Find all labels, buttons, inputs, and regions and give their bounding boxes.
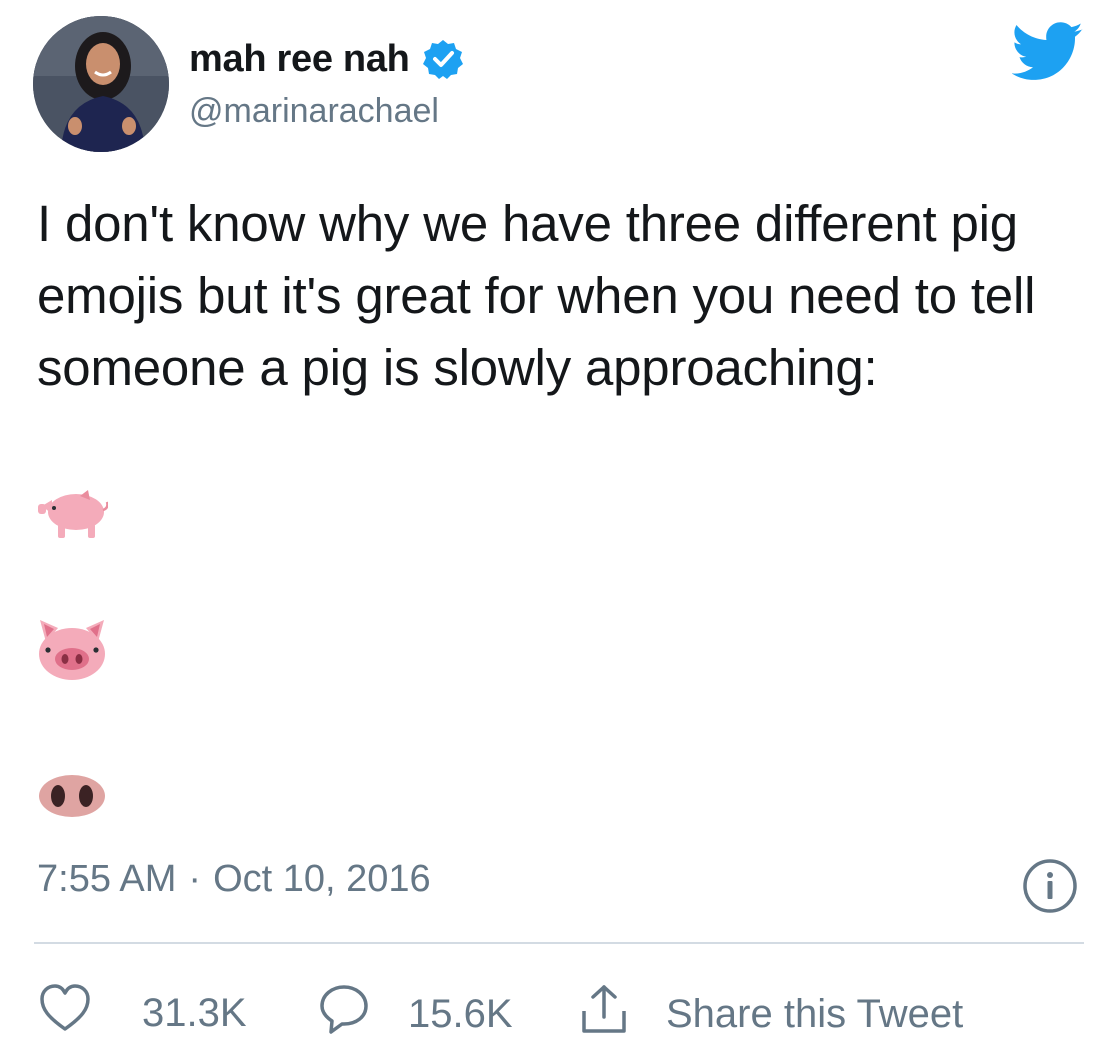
pig-emoji: [36, 488, 109, 542]
verified-badge-icon: [422, 38, 464, 80]
tweet-card: mah ree nah @marinarachael I don't know …: [0, 0, 1116, 1050]
display-name[interactable]: mah ree nah: [189, 38, 410, 81]
tweet-actions: 31.3K 15.6K Share this Tweet: [0, 975, 1116, 1039]
like-count: 31.3K: [142, 990, 247, 1035]
heart-icon: [38, 983, 92, 1043]
reply-button[interactable]: 15.6K: [318, 983, 513, 1045]
reply-count: 15.6K: [408, 991, 513, 1036]
pig-nose-emoji: [36, 773, 108, 819]
divider: [34, 942, 1084, 944]
avatar[interactable]: [33, 16, 169, 152]
tweet-time[interactable]: 7:55 AM: [37, 858, 176, 901]
author-handle[interactable]: @marinarachael: [189, 92, 439, 131]
twitter-bird-icon[interactable]: [1011, 22, 1084, 82]
like-button[interactable]: 31.3K: [38, 983, 247, 1043]
tweet-timestamp[interactable]: 7:55 AM · Oct 10, 2016: [37, 858, 431, 901]
share-label: Share this Tweet: [666, 991, 964, 1036]
tweet-text: I don't know why we have three different…: [37, 195, 1036, 396]
author-name-row[interactable]: mah ree nah: [189, 34, 464, 84]
timestamp-separator: ·: [188, 858, 202, 900]
pig-face-emoji: [36, 614, 108, 682]
tweet-date[interactable]: Oct 10, 2016: [213, 858, 431, 901]
share-button[interactable]: Share this Tweet: [578, 983, 963, 1045]
info-icon[interactable]: [1022, 858, 1078, 914]
reply-bubble-icon: [318, 983, 370, 1045]
share-upload-icon: [578, 983, 630, 1045]
